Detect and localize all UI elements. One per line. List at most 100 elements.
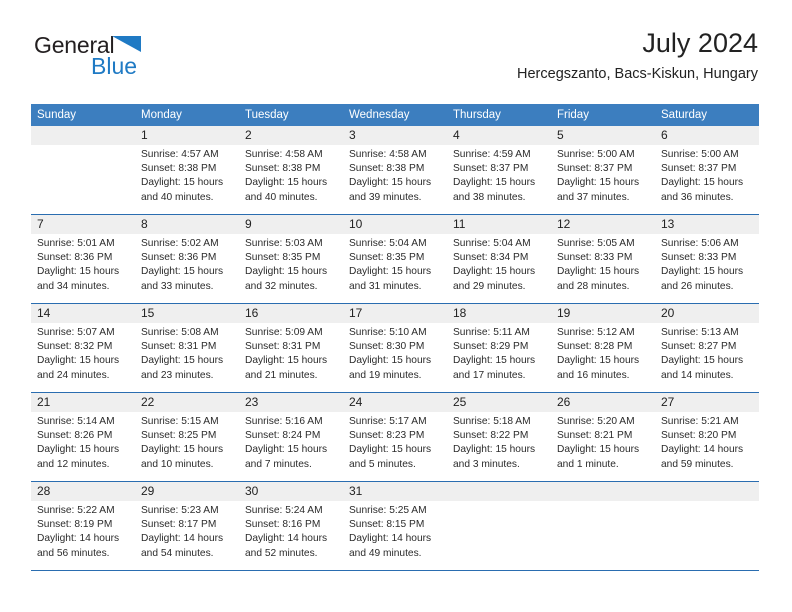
day-cell[interactable]: 11 Sunrise: 5:04 AM Sunset: 8:34 PM Dayligh… (447, 215, 551, 303)
day-cell[interactable]: 21 Sunrise: 5:14 AM Sunset: 8:26 PM Dayligh… (31, 393, 135, 481)
day-number-band: 1 (135, 126, 239, 145)
day-number: 3 (349, 128, 356, 142)
day-cell[interactable]: 6 Sunrise: 5:00 AM Sunset: 8:37 PM Daylight… (655, 126, 759, 214)
day-cell[interactable]: 8 Sunrise: 5:02 AM Sunset: 8:36 PM Daylight… (135, 215, 239, 303)
sunrise-text: Sunrise: 5:14 AM (37, 416, 115, 427)
day-number-band: 2 (239, 126, 343, 145)
day-info: Sunrise: 5:20 AM Sunset: 8:21 PM Daylight:… (551, 412, 655, 472)
calendar-week-row: 7 Sunrise: 5:01 AM Sunset: 8:36 PM Daylight… (31, 214, 759, 303)
day-number-band: 23 (239, 393, 343, 412)
day-cell[interactable]: 27 Sunrise: 5:21 AM Sunset: 8:20 PM Dayligh… (655, 393, 759, 481)
sunset-text: Sunset: 8:38 PM (349, 163, 425, 175)
day-cell[interactable]: 16 Sunrise: 5:09 AM Sunset: 8:31 PM Dayligh… (239, 304, 343, 392)
daylight-text: Daylight: 15 hours (37, 444, 120, 456)
day-cell[interactable]: 10 Sunrise: 5:04 AM Sunset: 8:35 PM Dayligh… (343, 215, 447, 303)
day-number: 24 (349, 395, 363, 409)
sunset-text: Sunset: 8:20 PM (661, 430, 737, 442)
daylight-text: Daylight: 15 hours (557, 177, 640, 189)
sunrise-text: Sunrise: 5:07 AM (37, 327, 115, 338)
daylight-text: and 19 minutes. (349, 369, 422, 381)
sunrise-text: Sunrise: 5:10 AM (349, 327, 427, 338)
day-cell[interactable]: 5 Sunrise: 5:00 AM Sunset: 8:37 PM Daylight… (551, 126, 655, 214)
day-cell[interactable]: 7 Sunrise: 5:01 AM Sunset: 8:36 PM Daylight… (31, 215, 135, 303)
day-number: 29 (141, 484, 155, 498)
day-info: Sunrise: 5:06 AM Sunset: 8:33 PM Daylight:… (655, 234, 759, 294)
sunset-text: Sunset: 8:17 PM (141, 519, 217, 531)
daylight-text: Daylight: 15 hours (37, 266, 120, 278)
weekday-header-friday: Friday (557, 109, 589, 121)
day-number-band: 19 (551, 304, 655, 323)
day-number: 8 (141, 217, 148, 231)
day-cell[interactable]: 19 Sunrise: 5:12 AM Sunset: 8:28 PM Dayligh… (551, 304, 655, 392)
day-number-band (447, 482, 551, 501)
day-number-band: 16 (239, 304, 343, 323)
day-number: 18 (453, 306, 467, 320)
sunset-text: Sunset: 8:37 PM (453, 163, 529, 175)
sunrise-text: Sunrise: 5:25 AM (349, 505, 427, 516)
daylight-text: and 31 minutes. (349, 280, 422, 292)
day-cell[interactable]: 29 Sunrise: 5:23 AM Sunset: 8:17 PM Dayligh… (135, 482, 239, 570)
day-number-band (31, 126, 135, 145)
day-cell[interactable]: 4 Sunrise: 4:59 AM Sunset: 8:37 PM Daylight… (447, 126, 551, 214)
logo-text-blue: Blue (91, 53, 138, 79)
day-cell[interactable]: 28 Sunrise: 5:22 AM Sunset: 8:19 PM Dayligh… (31, 482, 135, 570)
day-cell[interactable]: 26 Sunrise: 5:20 AM Sunset: 8:21 PM Dayligh… (551, 393, 655, 481)
day-number-band (551, 482, 655, 501)
daylight-text: Daylight: 14 hours (349, 533, 432, 545)
day-info: Sunrise: 5:03 AM Sunset: 8:35 PM Daylight:… (239, 234, 343, 294)
calendar-week-row: 1 Sunrise: 4:57 AM Sunset: 8:38 PM Daylight… (31, 126, 759, 214)
day-cell[interactable]: 9 Sunrise: 5:03 AM Sunset: 8:35 PM Daylight… (239, 215, 343, 303)
day-cell[interactable]: 30 Sunrise: 5:24 AM Sunset: 8:16 PM Dayligh… (239, 482, 343, 570)
sunset-text: Sunset: 8:25 PM (141, 430, 217, 442)
daylight-text: Daylight: 15 hours (453, 355, 536, 367)
sunrise-text: Sunrise: 5:06 AM (661, 238, 739, 249)
day-number-band: 22 (135, 393, 239, 412)
day-number-band: 24 (343, 393, 447, 412)
daylight-text: Daylight: 15 hours (661, 355, 744, 367)
day-number-band: 12 (551, 215, 655, 234)
day-number: 6 (661, 128, 668, 142)
daylight-text: and 21 minutes. (245, 369, 318, 381)
day-cell[interactable]: 31 Sunrise: 5:25 AM Sunset: 8:15 PM Dayligh… (343, 482, 447, 570)
general-blue-logo: General Blue (34, 34, 234, 90)
day-info: Sunrise: 5:12 AM Sunset: 8:28 PM Daylight:… (551, 323, 655, 383)
daylight-text: and 17 minutes. (453, 369, 526, 381)
day-cell[interactable]: 24 Sunrise: 5:17 AM Sunset: 8:23 PM Dayligh… (343, 393, 447, 481)
day-number: 10 (349, 217, 363, 231)
day-cell[interactable]: 1 Sunrise: 4:57 AM Sunset: 8:38 PM Daylight… (135, 126, 239, 214)
day-info: Sunrise: 5:10 AM Sunset: 8:30 PM Daylight:… (343, 323, 447, 383)
day-cell[interactable]: 22 Sunrise: 5:15 AM Sunset: 8:25 PM Dayligh… (135, 393, 239, 481)
day-cell[interactable]: 18 Sunrise: 5:11 AM Sunset: 8:29 PM Dayligh… (447, 304, 551, 392)
day-cell[interactable]: 12 Sunrise: 5:05 AM Sunset: 8:33 PM Dayligh… (551, 215, 655, 303)
day-number-band: 26 (551, 393, 655, 412)
calendar-grid: Sunday Monday Tuesday Wednesday Thursday Frid… (31, 104, 759, 571)
daylight-text: and 39 minutes. (349, 191, 422, 203)
day-info: Sunrise: 5:11 AM Sunset: 8:29 PM Daylight:… (447, 323, 551, 383)
day-info: Sunrise: 4:57 AM Sunset: 8:38 PM Daylight:… (135, 145, 239, 205)
day-cell[interactable]: 15 Sunrise: 5:08 AM Sunset: 8:31 PM Dayligh… (135, 304, 239, 392)
weekday-header-wednesday: Wednesday (349, 109, 410, 121)
sunrise-text: Sunrise: 5:12 AM (557, 327, 635, 338)
day-cell[interactable]: 14 Sunrise: 5:07 AM Sunset: 8:32 PM Dayligh… (31, 304, 135, 392)
daylight-text: Daylight: 15 hours (141, 266, 224, 278)
sunset-text: Sunset: 8:15 PM (349, 519, 425, 531)
daylight-text: and 59 minutes. (661, 458, 734, 470)
daylight-text: and 37 minutes. (557, 191, 630, 203)
day-number-band: 30 (239, 482, 343, 501)
daylight-text: Daylight: 15 hours (141, 355, 224, 367)
day-info: Sunrise: 5:08 AM Sunset: 8:31 PM Daylight:… (135, 323, 239, 383)
sunset-text: Sunset: 8:37 PM (557, 163, 633, 175)
day-cell[interactable]: 20 Sunrise: 5:13 AM Sunset: 8:27 PM Dayligh… (655, 304, 759, 392)
day-cell[interactable]: 25 Sunrise: 5:18 AM Sunset: 8:22 PM Dayligh… (447, 393, 551, 481)
sunset-text: Sunset: 8:35 PM (349, 252, 425, 264)
day-cell[interactable]: 17 Sunrise: 5:10 AM Sunset: 8:30 PM Dayligh… (343, 304, 447, 392)
daylight-text: and 26 minutes. (661, 280, 734, 292)
day-cell[interactable]: 13 Sunrise: 5:06 AM Sunset: 8:33 PM Dayligh… (655, 215, 759, 303)
day-info: Sunrise: 4:58 AM Sunset: 8:38 PM Daylight:… (239, 145, 343, 205)
day-info: Sunrise: 5:23 AM Sunset: 8:17 PM Daylight:… (135, 501, 239, 561)
day-cell[interactable]: 3 Sunrise: 4:58 AM Sunset: 8:38 PM Daylight… (343, 126, 447, 214)
daylight-text: Daylight: 15 hours (557, 355, 640, 367)
sunrise-text: Sunrise: 5:03 AM (245, 238, 323, 249)
day-cell[interactable]: 2 Sunrise: 4:58 AM Sunset: 8:38 PM Daylight… (239, 126, 343, 214)
day-cell[interactable]: 23 Sunrise: 5:16 AM Sunset: 8:24 PM Dayligh… (239, 393, 343, 481)
